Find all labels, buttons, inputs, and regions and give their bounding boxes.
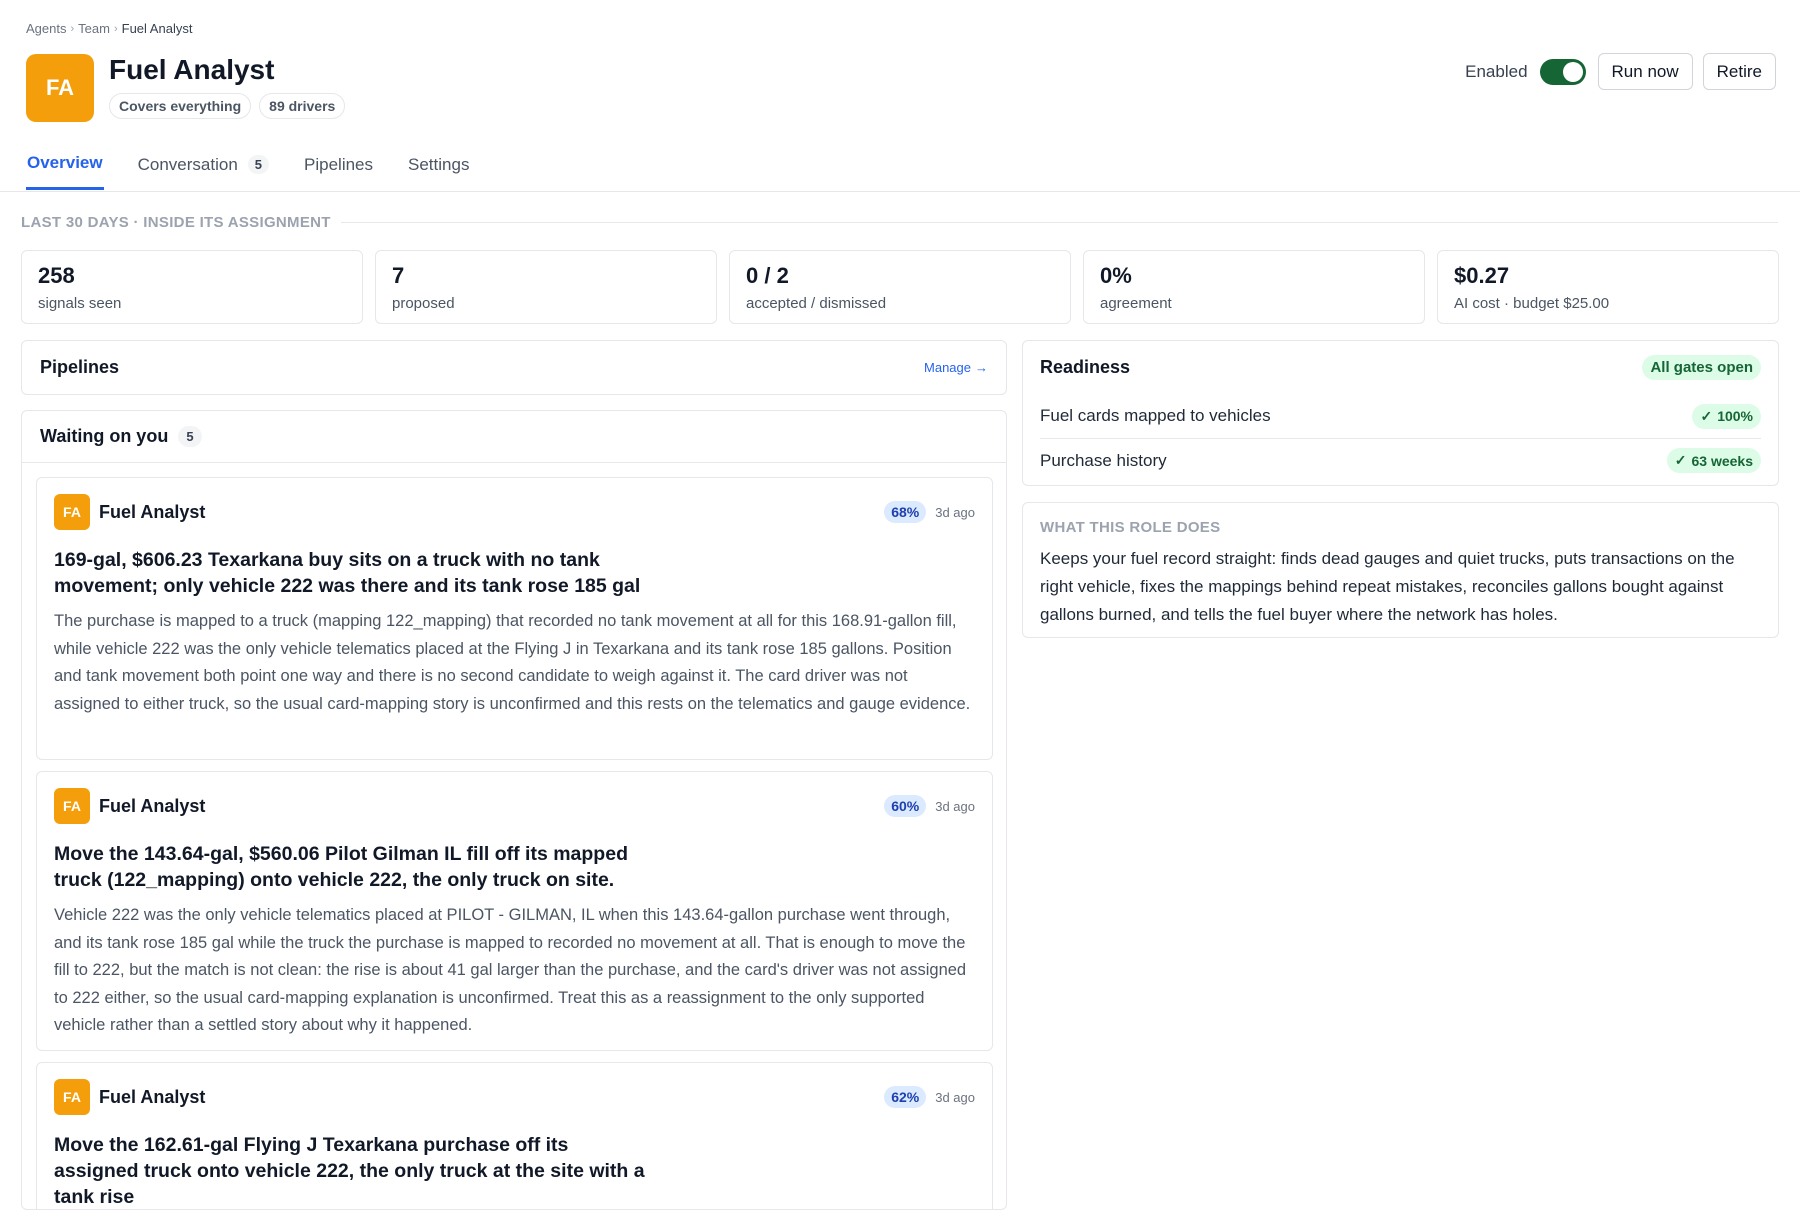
manage-label: Manage [924, 360, 971, 375]
card-header: FA Fuel Analyst 62% 3d ago [54, 1079, 975, 1115]
toggle-knob [1562, 61, 1583, 82]
coverage-chip: Covers everything [109, 93, 252, 119]
check-icon: ✓ [1674, 452, 1687, 468]
stat-label: proposed [392, 295, 455, 312]
timestamp: 3d ago [935, 798, 975, 814]
conversation-count-badge: 5 [247, 155, 270, 174]
manage-pipelines-link[interactable]: Manage → [924, 360, 988, 375]
section-label: LAST 30 DAYS · INSIDE ITS ASSIGNMENT [21, 214, 1778, 231]
drivers-chip: 89 drivers [259, 93, 346, 119]
readiness-row: Purchase history ✓ 63 weeks [1040, 438, 1761, 482]
stats-row: 258 signals seen 7 proposed 0 / 2 accept… [21, 250, 1779, 324]
run-now-button[interactable]: Run now [1597, 53, 1693, 90]
tab-pipelines[interactable]: Pipelines [303, 150, 374, 190]
breadcrumb: Agents › Team › Fuel Analyst [26, 21, 192, 36]
role-description: Keeps your fuel record straight: finds d… [1040, 549, 1735, 624]
section-label-text: LAST 30 DAYS · INSIDE ITS ASSIGNMENT [21, 214, 331, 231]
readiness-title: Readiness [1040, 357, 1131, 377]
tab-label: Overview [27, 153, 103, 172]
retire-button[interactable]: Retire [1702, 53, 1776, 90]
stat-accepted-dismissed: 0 / 2 accepted / dismissed [729, 250, 1071, 324]
gates-status-badge: All gates open [1642, 355, 1761, 380]
card-author: Fuel Analyst [99, 1086, 206, 1107]
stat-value: 7 [392, 263, 405, 288]
tab-label: Pipelines [304, 154, 374, 174]
status-badge: ✓ 63 weeks [1666, 448, 1761, 473]
card-author: Fuel Analyst [99, 795, 206, 816]
tab-settings[interactable]: Settings [407, 150, 470, 190]
timestamp: 3d ago [935, 504, 975, 520]
timestamp: 3d ago [935, 1089, 975, 1105]
proposal-card[interactable]: FA Fuel Analyst 62% 3d ago Move the 162.… [36, 1062, 993, 1209]
confidence-badge: 62% [884, 1086, 927, 1108]
card-title: Move the 162.61-gal Flying J Texarkana p… [54, 1134, 645, 1208]
card-body: Vehicle 222 was the only vehicle telemat… [54, 906, 967, 1034]
section-divider [340, 222, 1778, 223]
readiness-row-value: 100% [1717, 408, 1753, 424]
breadcrumb-agents[interactable]: Agents [26, 21, 66, 36]
waiting-panel: Waiting on you 5 FA Fuel Analyst 68% 3d … [21, 410, 1007, 1210]
readiness-panel: Readiness All gates open Fuel cards mapp… [1022, 340, 1779, 486]
avatar: FA [54, 494, 90, 530]
tab-label: Conversation [137, 154, 238, 174]
proposal-card[interactable]: FA Fuel Analyst 68% 3d ago 169-gal, $606… [36, 477, 993, 760]
enabled-toggle[interactable] [1539, 58, 1586, 85]
card-author: Fuel Analyst [99, 501, 206, 522]
stat-value: 258 [38, 263, 75, 288]
readiness-row-label: Purchase history [1040, 450, 1167, 470]
card-meta: 62% 3d ago [884, 1086, 975, 1108]
avatar: FA [54, 1079, 90, 1115]
check-icon: ✓ [1700, 407, 1713, 424]
card-header: FA Fuel Analyst 60% 3d ago [54, 788, 975, 824]
readiness-row-value: 63 weeks [1691, 452, 1754, 469]
proposal-card[interactable]: FA Fuel Analyst 60% 3d ago Move the 143.… [36, 771, 993, 1051]
waiting-count-badge: 5 [178, 426, 202, 447]
stat-label: accepted / dismissed [746, 295, 887, 312]
stat-label: agreement [1100, 295, 1172, 312]
stat-agreement: 0% agreement [1083, 250, 1425, 324]
readiness-row-label: Fuel cards mapped to vehicles [1040, 406, 1271, 425]
stat-label: signals seen [38, 295, 122, 312]
stat-value: 0% [1100, 263, 1132, 288]
arrow-right-icon: → [975, 360, 988, 375]
role-panel: WHAT THIS ROLE DOES Keeps your fuel reco… [1022, 502, 1779, 638]
tab-overview[interactable]: Overview [26, 150, 104, 190]
status-badge: ✓ 100% [1692, 403, 1761, 429]
breadcrumb-separator-icon: › [113, 22, 118, 35]
stat-signals-seen: 258 signals seen [21, 250, 363, 324]
pipelines-title: Pipelines [40, 357, 120, 377]
tab-bar: Overview Conversation 5 Pipelines Setting… [26, 150, 503, 190]
pipelines-panel: Pipelines Manage → [21, 340, 1007, 395]
waiting-header: Waiting on you 5 [22, 411, 1006, 463]
tab-label: Settings [408, 154, 470, 174]
waiting-title: Waiting on you [40, 426, 169, 446]
avatar: FA [54, 788, 90, 824]
readiness-header: Readiness All gates open [1040, 341, 1761, 394]
confidence-badge: 68% [884, 501, 927, 523]
tab-conversation[interactable]: Conversation 5 [137, 150, 270, 190]
card-body: The purchase is mapped to a truck (mappi… [54, 612, 971, 713]
breadcrumb-current: Fuel Analyst [121, 21, 193, 36]
readiness-row: Fuel cards mapped to vehicles ✓ 100% [1040, 394, 1761, 438]
card-title: Move the 143.64-gal, $560.06 Pilot Gilma… [54, 843, 628, 891]
breadcrumb-team[interactable]: Team [78, 21, 110, 36]
stat-proposed: 7 proposed [375, 250, 717, 324]
breadcrumb-separator-icon: › [70, 22, 75, 35]
card-title: 169-gal, $606.23 Texarkana buy sits on a… [54, 549, 641, 597]
role-label: WHAT THIS ROLE DOES [1040, 519, 1221, 536]
stat-value: 0 / 2 [746, 263, 789, 288]
enabled-label: Enabled [1465, 61, 1528, 81]
stat-label: AI cost · budget $25.00 [1454, 295, 1610, 312]
header-actions: Enabled Run now Retire [1465, 53, 1776, 90]
agent-chips: Covers everything 89 drivers [109, 93, 346, 119]
confidence-badge: 60% [884, 795, 927, 817]
card-header: FA Fuel Analyst 68% 3d ago [54, 494, 975, 530]
card-meta: 68% 3d ago [884, 501, 975, 523]
agent-avatar: FA [26, 54, 94, 122]
stat-ai-cost: $0.27 AI cost · budget $25.00 [1437, 250, 1779, 324]
agent-header: Agents › Team › Fuel Analyst FA Fuel Ana… [0, 0, 1800, 192]
page-title: Fuel Analyst [109, 54, 275, 85]
stat-value: $0.27 [1454, 263, 1510, 288]
card-meta: 60% 3d ago [884, 795, 975, 817]
